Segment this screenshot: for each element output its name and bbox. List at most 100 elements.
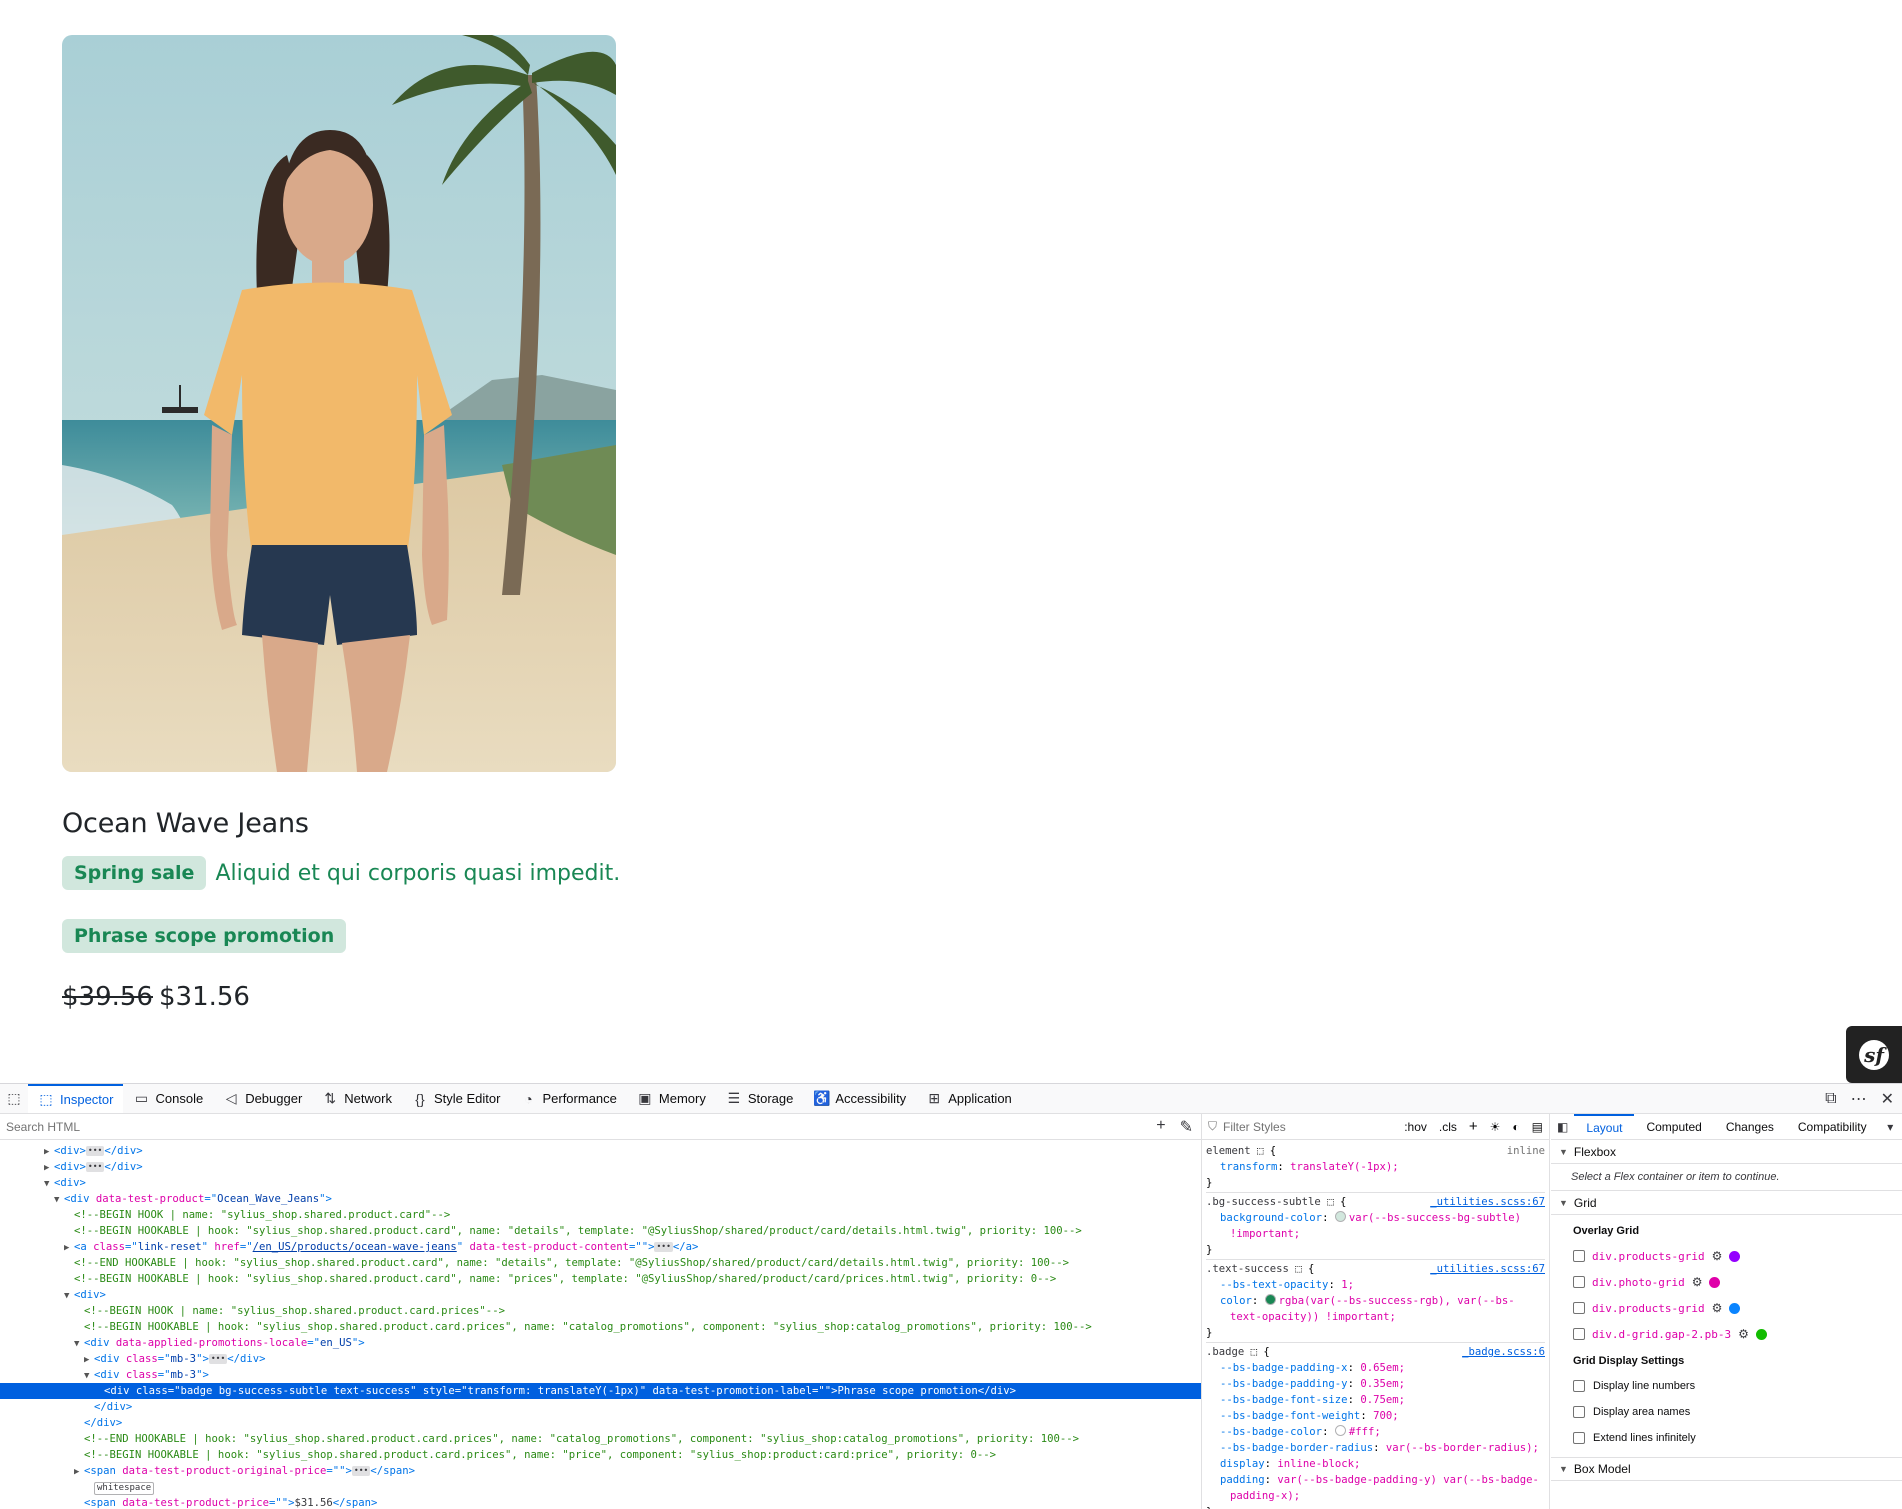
add-node-icon[interactable]: +: [1156, 1117, 1165, 1137]
property-name[interactable]: --bs-text-opacity: [1220, 1279, 1328, 1291]
expanded-twisty-icon[interactable]: ▼: [84, 1368, 94, 1384]
property-name[interactable]: transform: [1220, 1161, 1277, 1173]
grid-setting-label[interactable]: Display line numbers: [1593, 1380, 1695, 1392]
grid-color-swatch-icon[interactable]: [1729, 1250, 1741, 1262]
dark-scheme-icon[interactable]: ◐: [1512, 1120, 1519, 1134]
property-name[interactable]: background-color: [1220, 1212, 1322, 1224]
property-value[interactable]: var(--bs-badge-padding-y) var(--bs-badge…: [1230, 1474, 1539, 1502]
rule-selector[interactable]: .badge: [1206, 1346, 1244, 1358]
markup-node[interactable]: whitespace: [0, 1479, 1201, 1495]
markup-node[interactable]: ▶ <div> ••• </div>: [0, 1143, 1201, 1159]
collapsed-twisty-icon[interactable]: ▶: [64, 1240, 74, 1256]
sidebar-tab-computed[interactable]: Computed: [1634, 1114, 1713, 1139]
css-rule[interactable]: .text-success ⬚ {_utilities.scss:67 --bs-…: [1206, 1260, 1545, 1343]
collapsed-twisty-icon[interactable]: ▶: [44, 1160, 54, 1176]
overlay-grid-checkbox[interactable]: [1573, 1276, 1585, 1288]
symfony-toolbar-toggle[interactable]: sf: [1846, 1026, 1902, 1083]
pick-element-button[interactable]: ⬚: [0, 1084, 28, 1113]
highlight-node-icon[interactable]: ⚙: [1712, 1301, 1723, 1315]
markup-node[interactable]: <!--BEGIN HOOKABLE | hook: "sylius_shop.…: [0, 1447, 1201, 1463]
more-options-icon[interactable]: ⋯: [1851, 1089, 1867, 1109]
property-value[interactable]: 0.65em;: [1360, 1362, 1405, 1374]
property-value[interactable]: 700;: [1373, 1410, 1399, 1422]
property-name[interactable]: --bs-badge-color: [1220, 1426, 1322, 1438]
property-value[interactable]: translateY(-1px);: [1290, 1161, 1398, 1173]
toggle-sidebar-icon[interactable]: ◧: [1551, 1114, 1574, 1139]
color-swatch-icon[interactable]: [1334, 1425, 1346, 1436]
sidebar-tab-changes[interactable]: Changes: [1714, 1114, 1786, 1139]
markup-node[interactable]: <!--END HOOKABLE | hook: "sylius_shop.sh…: [0, 1255, 1201, 1271]
close-icon[interactable]: ✕: [1881, 1089, 1894, 1109]
collapsed-twisty-icon[interactable]: ▶: [74, 1464, 84, 1480]
markup-node[interactable]: ▼ <div data-test-product="Ocean_Wave_Jean…: [0, 1191, 1201, 1207]
overlay-grid-checkbox[interactable]: [1573, 1302, 1585, 1314]
css-rule[interactable]: element ⬚ {inline transform: translateY(-…: [1206, 1142, 1545, 1193]
tab-console[interactable]: ▭ Console: [123, 1084, 213, 1113]
css-rule[interactable]: .badge ⬚ {_badge.scss:6 --bs-badge-paddin…: [1206, 1343, 1545, 1509]
overlay-grid-checkbox[interactable]: [1573, 1250, 1585, 1262]
markup-node[interactable]: <!--BEGIN HOOK | name: "sylius_shop.shar…: [0, 1303, 1201, 1319]
markup-node[interactable]: ▼ <div class="mb-3">: [0, 1367, 1201, 1383]
grid-setting-label[interactable]: Extend lines infinitely: [1593, 1432, 1696, 1444]
eyedropper-icon[interactable]: ✎: [1180, 1117, 1193, 1137]
grid-setting-label[interactable]: Display area names: [1593, 1406, 1690, 1418]
tab-application[interactable]: ⊞ Application: [916, 1084, 1022, 1113]
markup-node[interactable]: ▶ <a class="link-reset" href="/en_US/prod…: [0, 1239, 1201, 1255]
property-value[interactable]: 1;: [1341, 1279, 1354, 1291]
markup-node[interactable]: <!--BEGIN HOOKABLE | hook: "sylius_shop.…: [0, 1319, 1201, 1335]
property-name[interactable]: --bs-badge-border-radius: [1220, 1442, 1373, 1454]
overlay-grid-name[interactable]: div.products-grid: [1592, 1302, 1705, 1315]
css-declaration[interactable]: --bs-badge-color: #fff;: [1206, 1424, 1545, 1440]
markup-node[interactable]: ▼ <div data-applied-promotions-locale="en…: [0, 1335, 1201, 1351]
grid-setting-checkbox[interactable]: [1573, 1432, 1585, 1444]
css-declaration[interactable]: padding: var(--bs-badge-padding-y) var(-…: [1206, 1472, 1545, 1504]
grid-setting-checkbox[interactable]: [1573, 1380, 1585, 1392]
markup-node-selected[interactable]: <div class="badge bg-success-subtle text…: [0, 1383, 1201, 1399]
property-name[interactable]: display: [1220, 1458, 1265, 1470]
expanded-twisty-icon[interactable]: ▼: [74, 1336, 84, 1352]
markup-node[interactable]: <!--BEGIN HOOKABLE | hook: "sylius_shop.…: [0, 1271, 1201, 1287]
css-declaration[interactable]: --bs-badge-padding-y: 0.35em;: [1206, 1376, 1545, 1392]
grid-color-swatch-icon[interactable]: [1755, 1328, 1767, 1340]
rule-selector[interactable]: .text-success: [1206, 1263, 1289, 1275]
light-scheme-icon[interactable]: ☀: [1490, 1120, 1501, 1134]
markup-node[interactable]: ▼ <div>: [0, 1175, 1201, 1191]
sidebar-tab-compatibility[interactable]: Compatibility: [1786, 1114, 1879, 1139]
rule-source-link[interactable]: _badge.scss:6: [1462, 1344, 1545, 1360]
grid-section-header[interactable]: ▼ Grid: [1551, 1191, 1902, 1215]
flexbox-section-header[interactable]: ▼ Flexbox: [1551, 1140, 1902, 1164]
css-declaration[interactable]: --bs-text-opacity: 1;: [1206, 1277, 1545, 1293]
dock-side-icon[interactable]: ⧉: [1825, 1090, 1836, 1108]
markup-node[interactable]: <!--END HOOKABLE | hook: "sylius_shop.sh…: [0, 1431, 1201, 1447]
rule-source-link[interactable]: _utilities.scss:67: [1430, 1194, 1545, 1210]
rule-source-link[interactable]: _utilities.scss:67: [1430, 1261, 1545, 1277]
hov-toggle[interactable]: :hov: [1404, 1120, 1427, 1134]
tab-style-editor[interactable]: {} Style Editor: [402, 1084, 510, 1113]
expanded-twisty-icon[interactable]: ▼: [44, 1176, 54, 1192]
overlay-grid-name[interactable]: div.products-grid: [1592, 1250, 1705, 1263]
rule-selector[interactable]: element: [1206, 1145, 1251, 1157]
cls-toggle[interactable]: .cls: [1439, 1120, 1457, 1134]
box-model-section-header[interactable]: ▼ Box Model: [1551, 1457, 1902, 1481]
grid-color-swatch-icon[interactable]: [1709, 1276, 1721, 1288]
rule-selector[interactable]: .bg-success-subtle: [1206, 1196, 1321, 1208]
overlay-grid-name[interactable]: div.d-grid.gap-2.pb-3: [1592, 1328, 1731, 1341]
product-name[interactable]: Ocean Wave Jeans: [62, 808, 309, 839]
markup-node[interactable]: <span data-test-product-price="">$31.56<…: [0, 1495, 1201, 1509]
highlight-node-icon[interactable]: ⚙: [1738, 1327, 1749, 1341]
property-value[interactable]: #fff;: [1349, 1426, 1381, 1438]
markup-node[interactable]: </div>: [0, 1415, 1201, 1431]
tab-performance[interactable]: ◔ Performance: [510, 1084, 626, 1113]
sidebar-tab-layout[interactable]: Layout: [1574, 1114, 1635, 1139]
property-value[interactable]: inline-block;: [1277, 1458, 1360, 1470]
color-swatch-icon[interactable]: [1334, 1211, 1346, 1222]
tab-debugger[interactable]: ◁ Debugger: [213, 1084, 312, 1113]
grid-setting-checkbox[interactable]: [1573, 1406, 1585, 1418]
collapsed-twisty-icon[interactable]: ▶: [84, 1352, 94, 1368]
css-rule[interactable]: .bg-success-subtle ⬚ {_utilities.scss:67…: [1206, 1193, 1545, 1260]
sidebar-overflow-icon[interactable]: ▾: [1879, 1114, 1902, 1139]
product-image[interactable]: [62, 35, 616, 772]
markup-node[interactable]: ▶ <span data-test-product-original-price=…: [0, 1463, 1201, 1479]
css-declaration[interactable]: background-color: var(--bs-success-bg-su…: [1206, 1210, 1545, 1242]
add-rule-icon[interactable]: +: [1469, 1118, 1478, 1135]
